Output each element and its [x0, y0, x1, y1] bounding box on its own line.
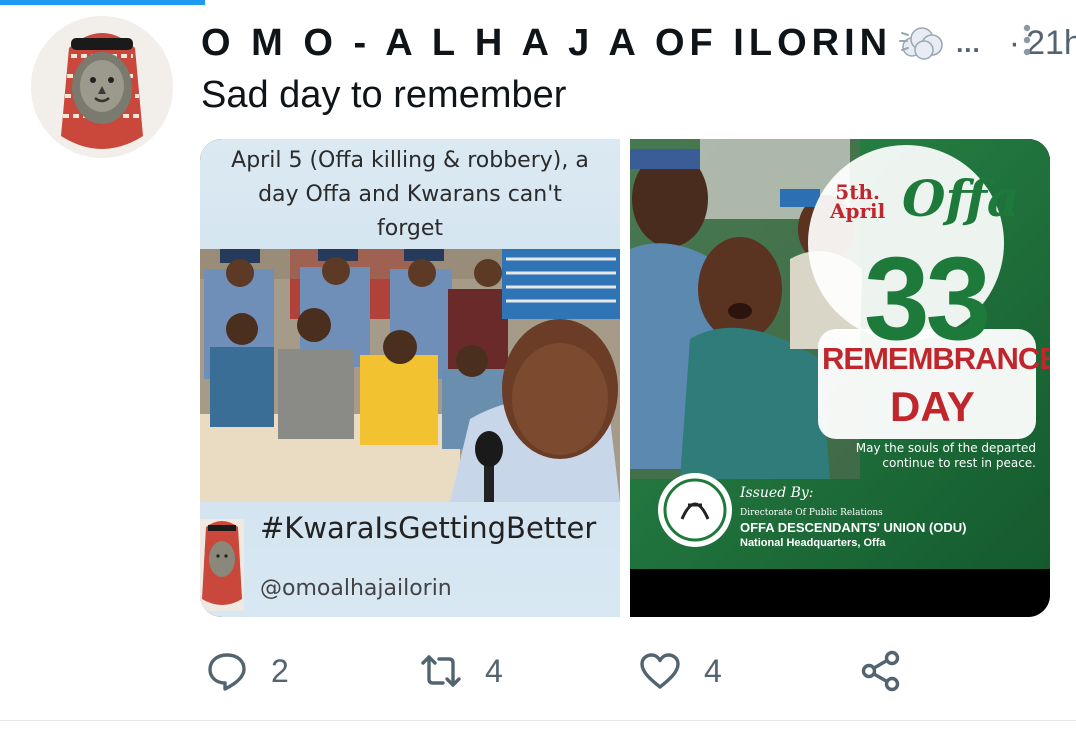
- left-hashtag: #KwaraIsGettingBetter: [260, 511, 597, 545]
- tweet-text: Sad day to remember: [201, 74, 567, 116]
- media-image-right[interactable]: 5th. April Offa 33 REMEMBRANCE DAY May t…: [630, 139, 1050, 617]
- media-gap: [620, 139, 630, 617]
- cloud-icon: [898, 23, 946, 63]
- media-image-left[interactable]: April 5 (Offa killing & robbery), a day …: [200, 139, 620, 617]
- poster-day: DAY: [890, 383, 975, 430]
- tweet-divider: [0, 720, 1076, 721]
- left-caption-line-1: April 5 (Offa killing & robbery), a: [231, 148, 589, 173]
- retweet-count: 4: [485, 652, 503, 689]
- tweet-media-grid: April 5 (Offa killing & robbery), a day …: [200, 139, 1050, 617]
- left-caption-line-3: forget: [377, 216, 443, 241]
- share-icon: [861, 650, 900, 692]
- share-button[interactable]: [859, 646, 903, 696]
- tweet-header: O M O - A L H A J A OF ILORIN ... · 21h: [201, 18, 1076, 68]
- like-count: 4: [704, 652, 722, 689]
- poster-date-line-2: April: [830, 199, 886, 223]
- retweet-icon: [421, 655, 461, 687]
- tweet-action-bar: 2 4 4: [201, 646, 921, 696]
- left-image-caption: April 5 (Offa killing & robbery), a day …: [200, 144, 620, 246]
- poster-prayer: May the souls of the departed continue t…: [800, 441, 1036, 471]
- author-name[interactable]: O M O - A L H A J A OF ILORIN: [201, 22, 892, 65]
- lion-keffiyeh-avatar-image: [31, 16, 173, 158]
- reply-count: 2: [271, 652, 289, 689]
- name-overflow-ellipsis: ...: [956, 27, 981, 58]
- top-accent-bar: [0, 0, 205, 5]
- author-avatar[interactable]: [31, 16, 173, 158]
- reply-button[interactable]: 2: [205, 646, 289, 696]
- left-handle: @omoalhajailorin: [260, 576, 452, 601]
- poster-union-name: OFFA DESCENDANTS' UNION (ODU): [740, 520, 967, 535]
- poster-date: 5th. April: [830, 182, 886, 223]
- poster-prayer-line-2: continue to rest in peace.: [882, 456, 1036, 470]
- reply-icon: [208, 653, 246, 691]
- retweet-button[interactable]: 4: [419, 646, 503, 696]
- poster-headquarters: National Headquarters, Offa: [740, 537, 886, 549]
- heart-icon: [640, 653, 680, 689]
- poster-directorate: Directorate Of Public Relations: [740, 508, 883, 518]
- poster-issued-by: Issued By:: [740, 485, 814, 501]
- left-mini-avatar: [200, 519, 244, 611]
- like-button[interactable]: 4: [638, 646, 722, 696]
- left-caption-line-2: day Offa and Kwarans can't: [258, 182, 562, 207]
- more-options-icon[interactable]: [1017, 20, 1037, 60]
- suspects-photo: [200, 249, 620, 502]
- poster-offa-title: Offa: [902, 169, 1020, 228]
- poster-prayer-line-1: May the souls of the departed: [855, 441, 1036, 455]
- poster-remembrance: REMEMBRANCE: [822, 341, 1050, 376]
